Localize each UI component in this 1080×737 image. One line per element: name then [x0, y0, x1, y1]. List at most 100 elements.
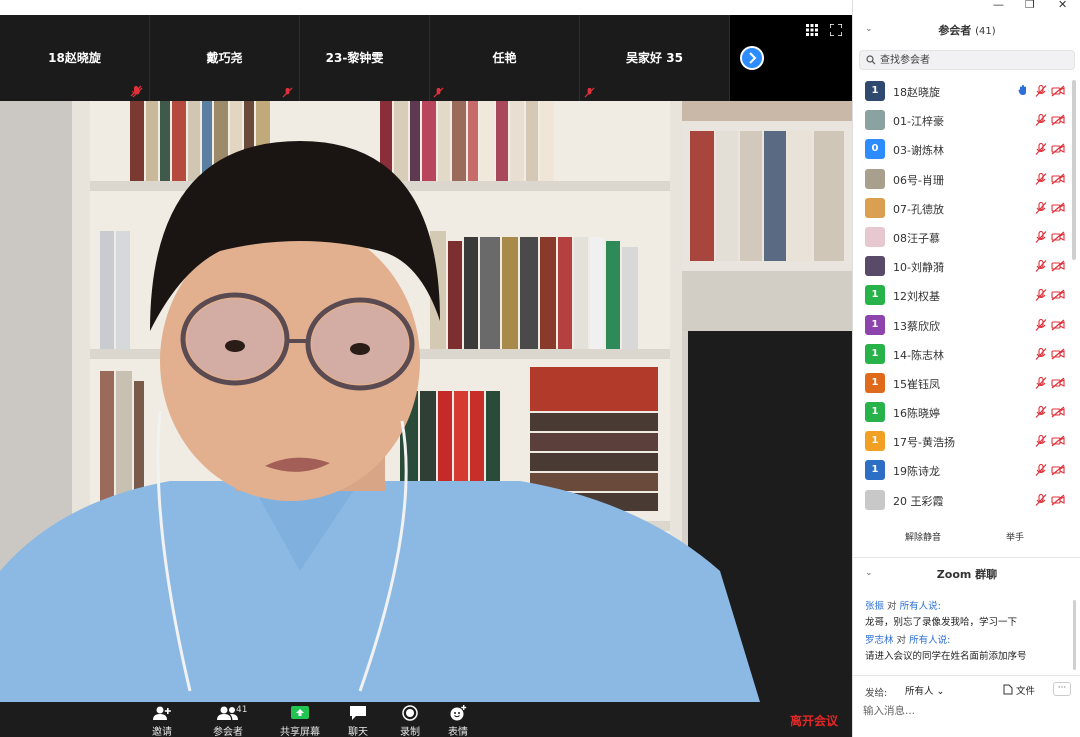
minimize-icon[interactable]: — — [993, 0, 1004, 11]
strip-tile[interactable]: 23-黎钟雯 — [280, 15, 430, 101]
participant-row[interactable]: 06号-肖珊 — [853, 168, 1080, 197]
chevron-down-icon: ⌄ — [936, 686, 945, 697]
chat-button[interactable]: 聊天 — [328, 705, 388, 737]
close-icon[interactable]: ✕ — [1058, 0, 1067, 11]
participant-strip: 18赵晓旋 戴巧尧 23-黎钟雯 任艳 吴家好 35 — [0, 15, 852, 101]
video-off-icon[interactable] — [1051, 173, 1065, 185]
participant-row[interactable]: 1 17号-黄浩扬 — [853, 430, 1080, 459]
participant-row[interactable]: 1 14-陈志林 — [853, 343, 1080, 372]
participant-row[interactable]: 1 13蔡欣欣 — [853, 314, 1080, 343]
mic-muted-icon[interactable] — [1035, 260, 1047, 273]
mic-muted-icon[interactable] — [1035, 201, 1047, 214]
participant-name: 10-刘静漪 — [893, 261, 944, 275]
add-user-icon — [153, 706, 171, 720]
mic-muted-icon[interactable] — [1035, 85, 1047, 97]
participant-row[interactable]: 1 18赵晓旋 — [853, 80, 1080, 109]
participant-row[interactable]: 08汪子慕 — [853, 226, 1080, 255]
participants-button[interactable]: 41 参会者 — [198, 705, 258, 737]
strip-tile[interactable]: 任艳 — [430, 15, 580, 101]
more-options-button[interactable]: ··· — [1053, 682, 1071, 696]
participant-row[interactable]: 01-江梓豪 — [853, 109, 1080, 138]
participant-row[interactable]: 1 15崔钰凤 — [853, 372, 1080, 401]
participant-row[interactable]: 1 16陈晓婷 — [853, 401, 1080, 430]
participant-name: 03-谢炼林 — [893, 144, 944, 158]
speaker-video[interactable] — [0, 101, 852, 702]
strip-tile[interactable]: 戴巧尧 — [150, 15, 300, 101]
chat-message-input[interactable] — [863, 702, 1063, 720]
next-page-button[interactable] — [740, 46, 764, 70]
video-off-icon[interactable] — [1051, 289, 1065, 301]
participant-name: 18赵晓旋 — [893, 86, 940, 99]
fullscreen-icon[interactable] — [830, 24, 842, 36]
share-screen-button[interactable]: 共享屏幕 — [270, 705, 330, 737]
video-off-icon[interactable] — [1051, 348, 1065, 360]
participant-row[interactable]: 07-孔德放 — [853, 197, 1080, 226]
mic-muted-icon[interactable] — [1035, 289, 1047, 302]
mic-muted-icon[interactable] — [1035, 143, 1047, 156]
video-off-icon[interactable] — [1051, 406, 1065, 418]
avatar: 1 — [865, 431, 885, 452]
participant-row[interactable]: 1 19陈诗龙 — [853, 459, 1080, 488]
participant-name: 19陈诗龙 — [893, 465, 940, 479]
video-off-icon[interactable] — [1051, 377, 1065, 389]
invite-button[interactable]: 邀请 — [132, 705, 192, 737]
search-input[interactable] — [880, 51, 1070, 69]
mic-muted-icon[interactable] — [1035, 172, 1047, 185]
video-off-icon[interactable] — [1051, 494, 1065, 506]
chat-message: 张振 对 所有人说: 龙哥，别忘了录像发我哈，学习一下 — [865, 598, 1075, 628]
raise-hand-button[interactable]: 举手 — [1001, 530, 1029, 546]
video-off-icon[interactable] — [1051, 143, 1065, 155]
avatar: 1 — [865, 285, 885, 306]
mic-muted-icon[interactable] — [1035, 493, 1047, 506]
reactions-button[interactable]: 表情 — [428, 705, 488, 737]
video-off-icon[interactable] — [1051, 114, 1065, 126]
chat-sender[interactable]: 罗志林 — [865, 635, 894, 646]
participant-row[interactable]: 10-刘静漪 — [853, 255, 1080, 284]
gallery-view-icon[interactable] — [806, 24, 818, 36]
video-off-icon[interactable] — [1051, 202, 1065, 214]
mic-muted-icon[interactable] — [1035, 347, 1047, 360]
leave-meeting-button[interactable]: 离开会议 — [790, 712, 838, 729]
chat-sender[interactable]: 张振 — [865, 601, 884, 612]
avatar — [865, 256, 885, 277]
avatar: 1 — [865, 314, 885, 335]
video-off-icon[interactable] — [1051, 260, 1065, 272]
participant-list-scrollbar[interactable] — [1072, 80, 1076, 260]
chat-message: 罗志林 对 所有人说: 请进入会议的同学在姓名面前添加序号 — [865, 632, 1075, 662]
mic-muted-icon[interactable] — [1035, 435, 1047, 448]
avatar: 1 — [865, 372, 885, 393]
mic-muted-icon[interactable] — [1035, 406, 1047, 418]
participant-row[interactable]: 0 03-谢炼林 — [853, 138, 1080, 167]
strip-tile-name: 吴家好 35 — [626, 51, 683, 65]
unmute-all-button[interactable]: 解除静音 — [901, 530, 945, 546]
mic-muted-icon[interactable] — [1035, 230, 1047, 243]
invite-label: 邀请 — [152, 727, 172, 737]
chat-to-word: 对 — [896, 635, 907, 646]
video-off-icon[interactable] — [1051, 464, 1065, 476]
participant-row[interactable]: 1 12刘权基 — [853, 284, 1080, 313]
participants-total: (41) — [975, 26, 996, 37]
smiley-icon — [450, 705, 467, 721]
mic-muted-icon[interactable] — [1035, 464, 1047, 477]
send-to-select[interactable]: 所有人 ⌄ — [901, 683, 949, 699]
panel-divider — [853, 557, 1080, 558]
video-off-icon[interactable] — [1051, 85, 1065, 97]
participant-search[interactable] — [859, 50, 1075, 70]
strip-tile[interactable]: 吴家好 35 — [580, 15, 730, 101]
restore-icon[interactable]: ❐ — [1025, 0, 1035, 11]
video-off-icon[interactable] — [1051, 435, 1065, 447]
video-off-icon[interactable] — [1051, 231, 1065, 243]
mic-muted-icon[interactable] — [1035, 318, 1047, 331]
send-to-value: 所有人 — [905, 686, 934, 697]
avatar — [865, 197, 885, 218]
participant-name: 20 王彩霞 — [893, 494, 944, 508]
mic-muted-icon[interactable] — [1035, 376, 1047, 389]
mic-muted-icon[interactable] — [1035, 114, 1047, 127]
video-off-icon[interactable] — [1051, 319, 1065, 331]
chat-scrollbar[interactable] — [1073, 600, 1076, 670]
avatar: 1 — [865, 402, 885, 423]
send-file-button[interactable]: 文件 — [1003, 683, 1035, 697]
participant-name: 07-孔德放 — [893, 202, 944, 216]
strip-tile[interactable]: 18赵晓旋 — [0, 15, 150, 101]
participant-row[interactable]: 20 王彩霞 — [853, 489, 1080, 518]
